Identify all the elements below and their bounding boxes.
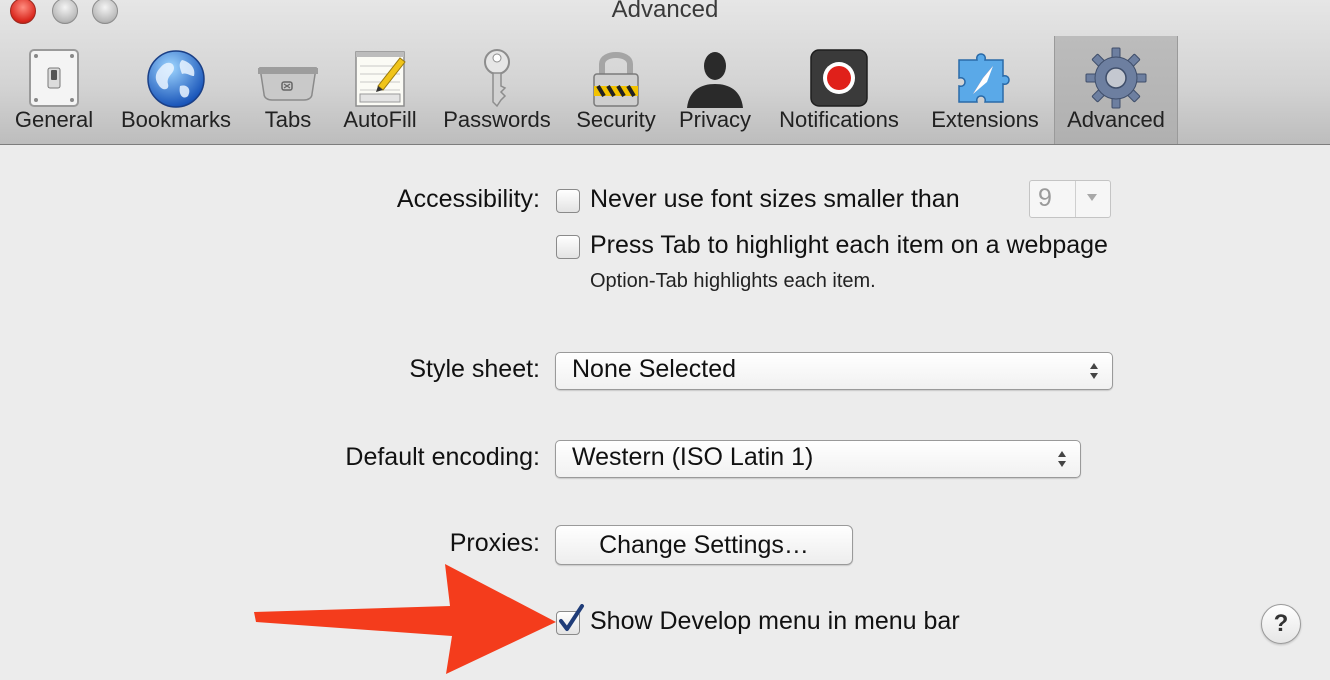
- tab-general-label: General: [14, 107, 94, 132]
- style-sheet-popup[interactable]: None Selected: [555, 352, 1113, 390]
- up-down-arrows-icon: [1090, 363, 1098, 379]
- change-settings-button[interactable]: Change Settings…: [555, 525, 853, 565]
- window-titlebar: Advanced General Bookmarks Tabs AutoFill…: [0, 0, 1330, 145]
- min-font-size-value: 9: [1038, 184, 1052, 212]
- tab-security[interactable]: Security: [566, 36, 666, 144]
- tab-highlight-checkbox[interactable]: [556, 235, 580, 259]
- help-button[interactable]: ?: [1261, 604, 1301, 644]
- tab-security-label: Security: [576, 107, 656, 132]
- min-font-checkbox[interactable]: [556, 189, 580, 213]
- gear-icon: [1085, 47, 1147, 109]
- encoding-value: Western (ISO Latin 1): [572, 443, 814, 471]
- accessibility-label: Accessibility:: [396, 185, 540, 213]
- key-icon: [484, 49, 510, 108]
- style-sheet-label: Style sheet:: [409, 355, 540, 383]
- tabs-icon: [258, 67, 318, 101]
- light-switch-icon: [29, 49, 79, 107]
- tab-extensions-label: Extensions: [931, 107, 1039, 132]
- tab-notifications-label: Notifications: [779, 107, 899, 132]
- tab-extensions[interactable]: Extensions: [922, 36, 1048, 144]
- tab-tabs[interactable]: Tabs: [248, 36, 328, 144]
- min-font-text: Never use font sizes smaller than: [590, 185, 960, 213]
- tab-notifications[interactable]: Notifications: [768, 36, 910, 144]
- puzzle-compass-icon: [958, 53, 1010, 103]
- record-icon: [810, 49, 868, 107]
- change-settings-label: Change Settings…: [599, 531, 809, 559]
- tab-advanced-label: Advanced: [1067, 107, 1165, 132]
- tab-advanced[interactable]: Advanced: [1054, 36, 1178, 144]
- tab-autofill-label: AutoFill: [343, 107, 417, 132]
- checkmark-icon: [559, 604, 584, 631]
- up-down-arrows-icon: [1058, 451, 1066, 467]
- annotation-arrow-icon: [254, 564, 556, 674]
- tab-bookmarks[interactable]: Bookmarks: [110, 36, 242, 144]
- proxies-label: Proxies:: [449, 529, 540, 557]
- tab-bookmarks-label: Bookmarks: [120, 107, 232, 132]
- tab-passwords[interactable]: Passwords: [436, 36, 558, 144]
- tab-autofill[interactable]: AutoFill: [334, 36, 426, 144]
- window-title: Advanced: [611, 0, 719, 23]
- tab-tabs-label: Tabs: [264, 107, 312, 132]
- tab-privacy[interactable]: Privacy: [674, 36, 756, 144]
- notepad-pencil-icon: [355, 51, 406, 107]
- encoding-popup[interactable]: Western (ISO Latin 1): [555, 440, 1081, 478]
- globe-icon: [147, 50, 205, 108]
- person-silhouette-icon: [687, 52, 743, 108]
- padlock-icon: [593, 52, 639, 107]
- develop-menu-text: Show Develop menu in menu bar: [590, 607, 960, 635]
- tab-privacy-label: Privacy: [678, 107, 752, 132]
- tab-highlight-text: Press Tab to highlight each item on a we…: [590, 231, 1108, 259]
- tab-highlight-hint: Option-Tab highlights each item.: [590, 270, 876, 292]
- min-font-size-popup[interactable]: 9: [1029, 180, 1111, 218]
- popup-divider: [1075, 181, 1076, 217]
- tab-general[interactable]: General: [4, 36, 104, 144]
- style-sheet-value: None Selected: [572, 355, 737, 383]
- encoding-label: Default encoding:: [345, 443, 540, 471]
- tab-passwords-label: Passwords: [443, 107, 551, 132]
- preferences-toolbar: General Bookmarks Tabs AutoFill Password…: [0, 36, 1330, 144]
- chevron-down-icon: [1087, 194, 1097, 201]
